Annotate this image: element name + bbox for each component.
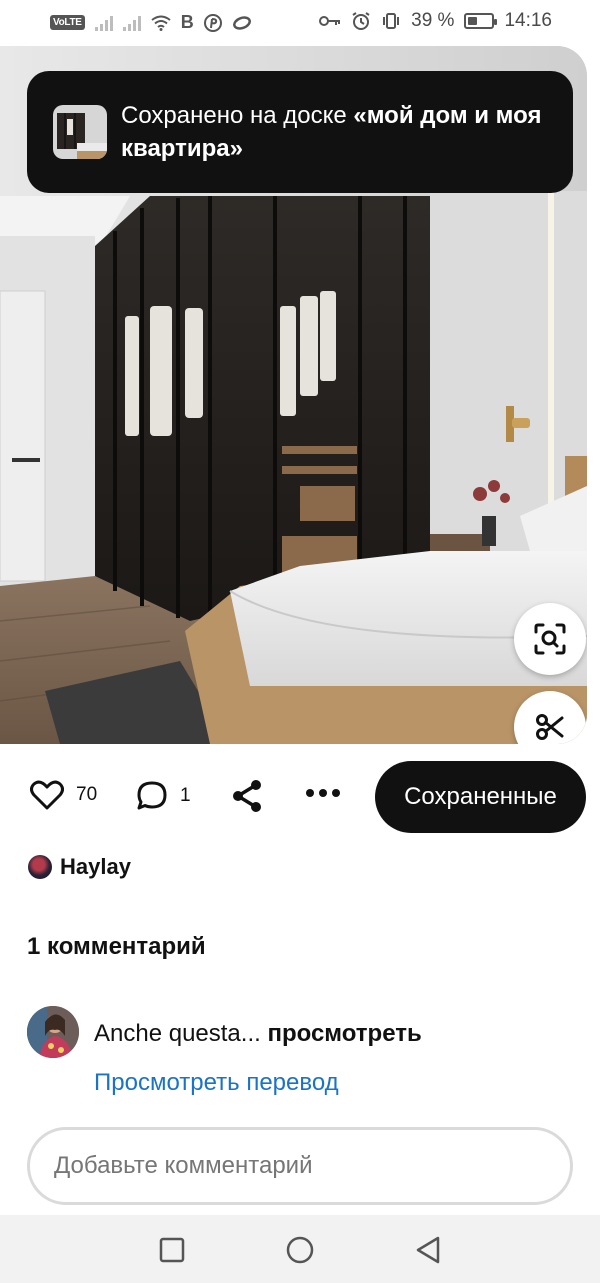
avatar[interactable] <box>27 1006 79 1058</box>
wifi-icon <box>151 15 171 31</box>
key-icon <box>319 16 341 26</box>
pin-author[interactable]: Haylay <box>28 854 131 880</box>
saved-button[interactable]: Сохраненные <box>375 761 586 833</box>
pin-action-bar: 70 1 Сохраненные <box>0 760 600 834</box>
status-bar: VoLTE B 39 % 14:16 <box>0 0 600 44</box>
comment-count: 1 <box>180 785 191 806</box>
toast-prefix: Сохранено на доске <box>121 102 354 129</box>
signal-icon <box>122 15 141 31</box>
more-options-button[interactable] <box>305 787 341 799</box>
scissors-icon <box>536 714 564 740</box>
visual-search-button[interactable] <box>514 603 586 675</box>
comment-text: Anche questa... просмотреть <box>94 1020 422 1048</box>
notification-b-glyph: B <box>180 12 194 32</box>
ellipsis-icon <box>306 789 340 797</box>
comment-button[interactable]: 1 <box>136 780 191 812</box>
circle-icon <box>286 1236 314 1264</box>
system-nav-bar <box>0 1215 600 1283</box>
view-more-link[interactable]: просмотреть <box>267 1020 421 1047</box>
avatar <box>28 855 52 879</box>
home-button[interactable] <box>285 1235 315 1265</box>
add-comment-input[interactable] <box>27 1127 573 1205</box>
lens-icon <box>534 623 566 655</box>
loop-icon <box>232 15 251 30</box>
like-count: 70 <box>76 784 98 805</box>
saved-toast[interactable]: Сохранено на доске «мой дом и моя кварти… <box>27 71 573 193</box>
share-button[interactable] <box>229 778 265 814</box>
author-name: Haylay <box>60 854 131 879</box>
toast-thumbnail <box>53 105 107 159</box>
vibrate-icon <box>383 13 400 29</box>
battery-fill <box>468 17 478 25</box>
toast-message: Сохранено на доске «мой дом и моя кварти… <box>121 99 551 165</box>
square-icon <box>159 1237 185 1263</box>
triangle-back-icon <box>416 1236 440 1264</box>
battery-icon <box>464 13 498 29</box>
pinterest-notification-icon <box>203 13 222 32</box>
comment-item: Anche questa... просмотреть Просмотреть … <box>27 1006 577 1106</box>
recent-apps-button[interactable] <box>157 1235 187 1265</box>
comments-heading: 1 комментарий <box>27 933 206 960</box>
like-button[interactable]: 70 <box>30 780 97 810</box>
volte-badge: VoLTE <box>50 15 85 30</box>
clock: 14:16 <box>504 10 552 31</box>
comment-body: Anche questa... <box>94 1020 261 1047</box>
heart-icon <box>30 780 64 810</box>
signal-icon <box>94 15 113 31</box>
translate-link[interactable]: Просмотреть перевод <box>94 1069 339 1097</box>
share-icon <box>233 780 261 812</box>
back-button[interactable] <box>413 1235 443 1265</box>
alarm-icon <box>352 12 370 30</box>
speech-bubble-icon <box>137 781 167 810</box>
battery-percent: 39 % <box>411 10 455 31</box>
